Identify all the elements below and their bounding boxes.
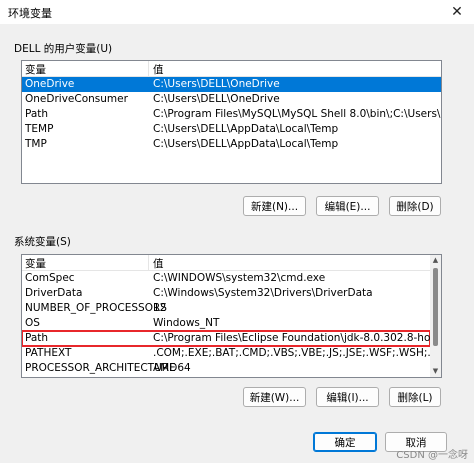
col-header-value[interactable]: 值 [153,62,164,77]
variable-name: OneDriveConsumer [25,93,128,105]
window-title: 环境变量 [8,7,52,20]
variable-value: C:\Program Files\Eclipse Foundation\jdk-… [153,332,442,344]
table-row[interactable]: DriverData C:\Windows\System32\Drivers\Dr… [22,286,430,301]
variable-name: PROCESSOR_IDENTIFIER [25,377,153,378]
scroll-up-icon[interactable]: ▲ [430,255,441,266]
system-vars-header: 变量 值 [22,255,430,271]
close-icon[interactable]: ✕ [440,0,474,24]
table-row[interactable]: TMP C:\Users\DELL\AppData\Local\Temp [22,137,441,152]
table-row[interactable]: NUMBER_OF_PROCESSORS 12 [22,301,430,316]
variable-name: OS [25,317,40,329]
table-row[interactable]: PATHEXT .COM;.EXE;.BAT;.CMD;.VBS;.VBE;.JS… [22,346,441,361]
user-vars-list[interactable]: 变量 值 OneDrive C:\Users\DELL\OneDrive OneDr… [21,60,442,184]
variable-value: C:\Users\DELL\OneDrive [153,78,280,90]
ok-button[interactable]: 确定 [313,432,377,452]
table-row[interactable]: OS Windows_NT [22,316,430,331]
user-vars-header: 变量 值 [22,61,441,77]
col-header-value[interactable]: 值 [153,256,164,271]
user-vars-label: DELL 的用户变量(U) [14,43,113,55]
variable-value: Intel64 Family 6 Model 158 Stepping 10, … [153,377,436,378]
variable-name: Path [25,108,49,120]
system-vars-scrollbar[interactable]: ▲ ▼ [430,255,441,377]
col-header-name[interactable]: 变量 [25,62,46,77]
scroll-thumb[interactable] [433,268,438,346]
user-new-button[interactable]: 新建(N)... [243,196,306,216]
variable-name: TMP [25,138,47,150]
title-bar: 环境变量 ✕ [0,0,474,24]
system-new-button[interactable]: 新建(W)... [243,387,306,407]
variable-value: C:\Program Files\MySQL\MySQL Shell 8.0\b… [153,108,441,120]
table-row[interactable]: Path C:\Program Files\Eclipse Foundation\… [22,330,441,347]
watermark: CSDN @一念呀 [396,450,468,461]
column-divider[interactable] [148,61,149,76]
variable-name: DriverData [25,287,83,299]
table-row[interactable]: ComSpec C:\WINDOWS\system32\cmd.exe [22,271,430,286]
scroll-down-icon[interactable]: ▼ [430,366,441,377]
variable-name: Path [25,332,49,344]
variable-name: ComSpec [25,272,75,284]
variable-name: OneDrive [25,78,75,90]
system-edit-button[interactable]: 编辑(I)... [316,387,379,407]
variable-value: 12 [153,302,167,314]
table-row[interactable]: PROCESSOR_IDENTIFIERIntel64 Family 6 Mod… [22,376,430,378]
user-edit-button[interactable]: 编辑(E)... [316,196,379,216]
variable-value: Windows_NT [153,317,220,329]
col-header-name[interactable]: 变量 [25,256,46,271]
variable-value: C:\Users\DELL\OneDrive [153,93,280,105]
variable-name: PATHEXT [25,347,72,359]
column-divider[interactable] [148,255,149,270]
table-row[interactable]: PROCESSOR_ARCHITECTURE AMD64 [22,361,430,376]
variable-value: .COM;.EXE;.BAT;.CMD;.VBS;.VBE;.JS;.JSE;.… [153,347,442,359]
system-delete-button[interactable]: 删除(L) [389,387,441,407]
variable-value: C:\Users\DELL\AppData\Local\Temp [153,123,339,135]
table-row[interactable]: TEMP C:\Users\DELL\AppData\Local\Temp [22,122,441,137]
user-delete-button[interactable]: 删除(D) [389,196,441,216]
variable-name: NUMBER_OF_PROCESSORS [25,302,167,314]
table-row[interactable]: OneDriveConsumer C:\Users\DELL\OneDrive [22,92,441,107]
table-row[interactable]: OneDrive C:\Users\DELL\OneDrive [22,77,441,92]
variable-name: TEMP [25,123,54,135]
variable-value: C:\Windows\System32\Drivers\DriverData [153,287,373,299]
system-vars-list[interactable]: 变量 值 ComSpec C:\WINDOWS\system32\cmd.exe D… [21,254,442,378]
variable-value: C:\WINDOWS\system32\cmd.exe [153,272,326,284]
variable-value: AMD64 [153,362,191,374]
variable-value: C:\Users\DELL\AppData\Local\Temp [153,138,339,150]
system-vars-label: 系统变量(S) [14,236,71,248]
table-row[interactable]: Path C:\Program Files\MySQL\MySQL Shell 8… [22,107,441,122]
